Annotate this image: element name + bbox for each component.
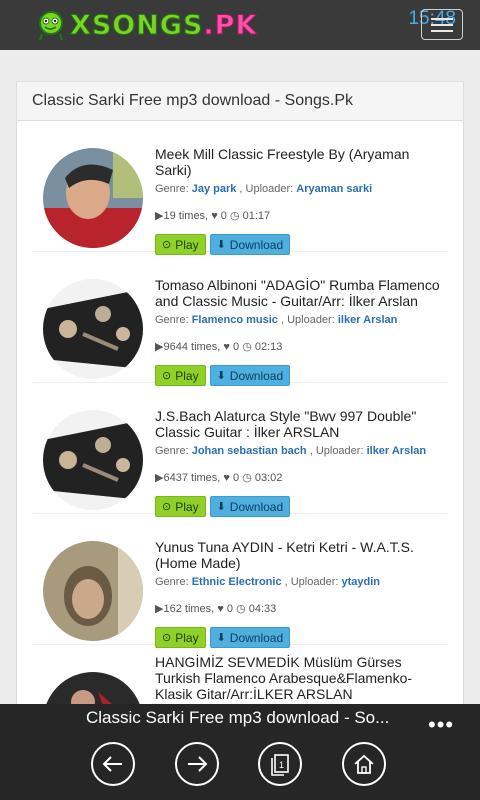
song-list-item: Tomaso Albinoni "ADAGİO" Rumba Flamenco … — [33, 252, 447, 386]
genre-link[interactable]: Ethnic Electronic — [192, 576, 282, 588]
heart-icon: ♥ — [217, 603, 224, 615]
forward-button[interactable] — [175, 742, 219, 786]
song-thumbnail[interactable] — [43, 410, 143, 510]
download-icon: ⬇ — [216, 632, 226, 644]
menu-toggle-button[interactable] — [421, 9, 463, 40]
site-logo[interactable]: XSONGS.PK — [34, 6, 257, 44]
songs-panel: Classic Sarki Free mp3 download - Songs.… — [16, 81, 464, 721]
song-list-item: J.S.Bach Alaturca Style "Bwv 997 Double"… — [33, 383, 447, 517]
clock-icon: ◷ — [229, 210, 240, 222]
hamburger-icon-bar — [431, 24, 453, 26]
clock-icon: ◷ — [242, 472, 252, 484]
song-meta: Genre: Johan sebastian bach , Uploader: … — [155, 445, 427, 457]
logo-text: XSONGS.PK — [69, 9, 258, 41]
tabs-button[interactable]: 1 — [258, 742, 302, 786]
genre-link[interactable]: Flamenco music — [192, 314, 278, 326]
uploader-link[interactable]: ytaydin — [342, 576, 381, 588]
song-list-item: Yunus Tuna AYDIN - Ketri Ketri - W.A.T.S… — [33, 514, 447, 648]
song-title[interactable]: HANGİMİZ SEVMEDİK Müslüm Gürses Turkish … — [155, 654, 447, 702]
clock-icon: ◷ — [236, 603, 246, 615]
play-circle-icon: ⊙ — [162, 501, 172, 513]
genre-link[interactable]: Jay park — [192, 183, 237, 195]
top-header: XSONGS.PK 15:48 — [0, 0, 480, 50]
heart-icon: ♥ — [211, 210, 218, 222]
song-list-item: Meek Mill Classic Freestyle By (Aryaman … — [33, 121, 447, 255]
song-title[interactable]: Yunus Tuna AYDIN - Ketri Ketri - W.A.T.S… — [155, 539, 447, 571]
tabs-icon: 1 — [271, 754, 289, 776]
song-meta: Genre: Jay park , Uploader: Aryaman sark… — [155, 183, 373, 195]
more-options-icon[interactable]: ••• — [428, 712, 454, 738]
download-icon: ⬇ — [216, 501, 226, 513]
clock-icon: ◷ — [242, 341, 252, 353]
song-stats: ▶19 times, ♥ 0 ◷ 01:17 — [155, 210, 271, 222]
forward-icon — [188, 756, 208, 772]
uploader-link[interactable]: Aryaman sarki — [296, 183, 372, 195]
song-thumbnail[interactable] — [43, 541, 143, 641]
play-circle-icon: ⊙ — [162, 632, 172, 644]
song-stats: ▶6437 times, ♥ 0 ◷ 03:02 — [155, 472, 283, 484]
download-icon: ⬇ — [216, 239, 226, 251]
song-title[interactable]: Meek Mill Classic Freestyle By (Aryaman … — [155, 146, 447, 178]
song-meta: Genre: Flamenco music , Uploader: ilker … — [155, 314, 398, 326]
back-icon — [102, 756, 122, 772]
uploader-link[interactable]: ilker Arslan — [367, 445, 427, 457]
heart-icon: ♥ — [223, 341, 230, 353]
page-title-bar[interactable]: Classic Sarki Free mp3 download - So... — [86, 708, 389, 728]
panel-title: Classic Sarki Free mp3 download - Songs.… — [17, 82, 463, 121]
play-circle-icon: ⊙ — [162, 370, 172, 382]
hamburger-icon-bar — [431, 18, 453, 20]
song-title[interactable]: J.S.Bach Alaturca Style "Bwv 997 Double"… — [155, 408, 447, 440]
song-thumbnail[interactable] — [43, 148, 143, 248]
song-stats: ▶162 times, ♥ 0 ◷ 04:33 — [155, 603, 277, 615]
song-title[interactable]: Tomaso Albinoni "ADAGİO" Rumba Flamenco … — [155, 277, 447, 309]
mascot-icon — [39, 11, 63, 41]
uploader-link[interactable]: ilker Arslan — [338, 314, 398, 326]
song-stats: ▶9644 times, ♥ 0 ◷ 02:13 — [155, 341, 283, 353]
song-thumbnail[interactable] — [43, 279, 143, 379]
genre-link[interactable]: Johan sebastian bach — [192, 445, 307, 457]
home-icon — [354, 754, 374, 774]
svg-text:1: 1 — [279, 760, 284, 770]
song-meta: Genre: Ethnic Electronic , Uploader: yta… — [155, 576, 381, 588]
hamburger-icon-bar — [431, 30, 453, 32]
browser-app-bar: Classic Sarki Free mp3 download - So... … — [0, 704, 480, 800]
back-button[interactable] — [91, 742, 135, 786]
play-circle-icon: ⊙ — [162, 239, 172, 251]
download-icon: ⬇ — [216, 370, 226, 382]
home-button[interactable] — [342, 742, 386, 786]
heart-icon: ♥ — [223, 472, 230, 484]
